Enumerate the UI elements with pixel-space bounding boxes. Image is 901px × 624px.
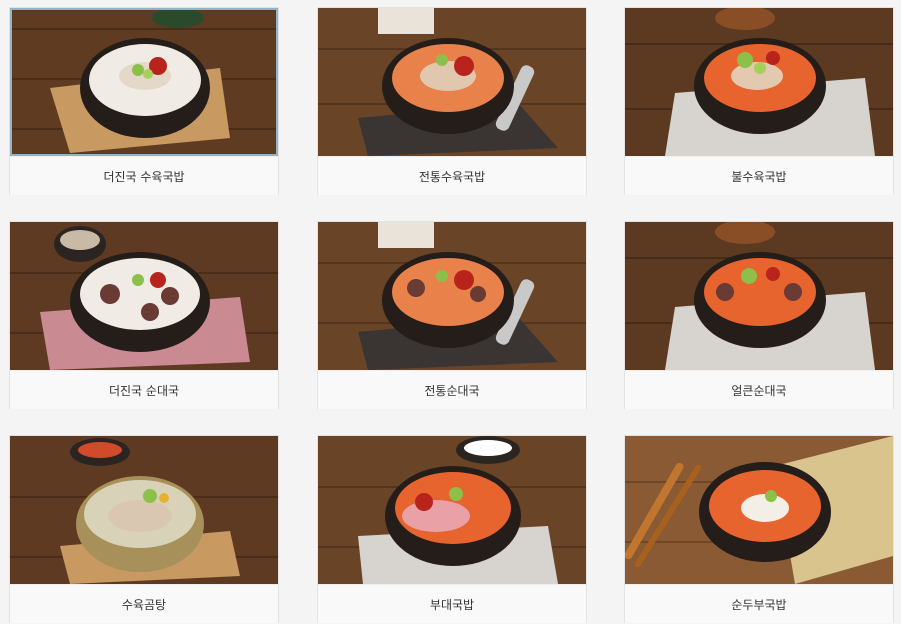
menu-label[interactable]: 순두부국밥 (625, 584, 893, 623)
menu-photo[interactable] (625, 8, 893, 156)
menu-card-1[interactable]: 더진국 수육국밥 (9, 7, 279, 195)
menu-photo[interactable] (318, 222, 586, 370)
menu-label[interactable]: 더진국 순대국 (10, 370, 278, 409)
menu-label[interactable]: 수육곰탕 (10, 584, 278, 623)
menu-label[interactable]: 전통수육국밥 (318, 156, 586, 195)
menu-label[interactable]: 전통순대국 (318, 370, 586, 409)
menu-photo[interactable] (318, 436, 586, 584)
menu-label[interactable]: 얼큰순대국 (625, 370, 893, 409)
menu-photo[interactable] (625, 222, 893, 370)
menu-card-9[interactable]: 순두부국밥 (624, 435, 894, 623)
menu-label[interactable]: 더진국 수육국밥 (10, 156, 278, 195)
menu-grid: 더진국 수육국밥 전통수육국밥 불수육국밥 더진국 순대국 전통순대국 얼큰순대… (0, 0, 901, 624)
menu-card-6[interactable]: 얼큰순대국 (624, 221, 894, 409)
menu-photo[interactable] (10, 436, 278, 584)
menu-card-4[interactable]: 더진국 순대국 (9, 221, 279, 409)
menu-label[interactable]: 부대국밥 (318, 584, 586, 623)
menu-label[interactable]: 불수육국밥 (625, 156, 893, 195)
menu-card-7[interactable]: 수육곰탕 (9, 435, 279, 623)
menu-photo[interactable] (318, 8, 586, 156)
menu-photo[interactable] (10, 222, 278, 370)
menu-photo[interactable] (625, 436, 893, 584)
menu-card-3[interactable]: 불수육국밥 (624, 7, 894, 195)
menu-photo[interactable] (10, 8, 278, 156)
menu-card-8[interactable]: 부대국밥 (317, 435, 587, 623)
menu-card-2[interactable]: 전통수육국밥 (317, 7, 587, 195)
menu-card-5[interactable]: 전통순대국 (317, 221, 587, 409)
